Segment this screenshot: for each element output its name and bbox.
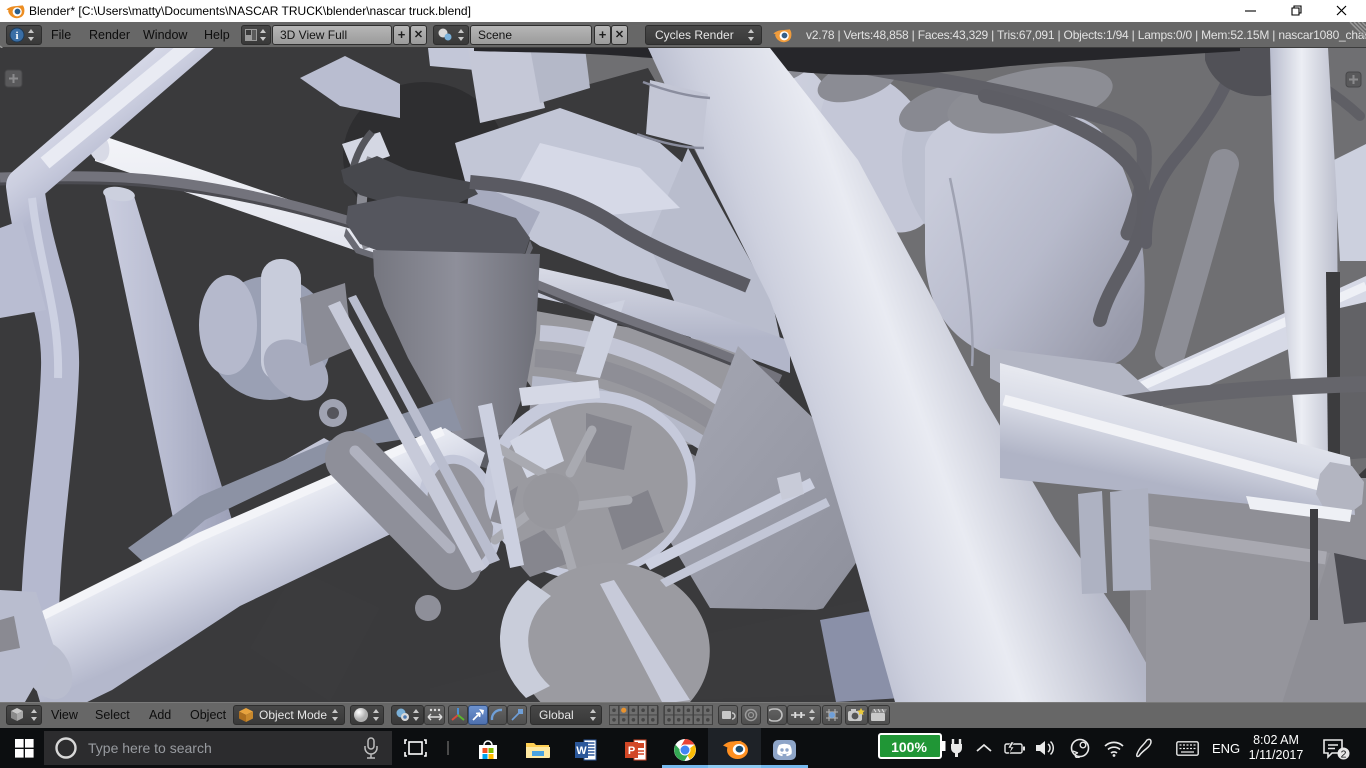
svg-text:P: P — [628, 745, 635, 757]
svg-text:100%: 100% — [891, 739, 927, 755]
svg-text:W: W — [576, 745, 587, 757]
svg-text:2: 2 — [1341, 749, 1347, 761]
svg-text:i: i — [15, 30, 18, 42]
